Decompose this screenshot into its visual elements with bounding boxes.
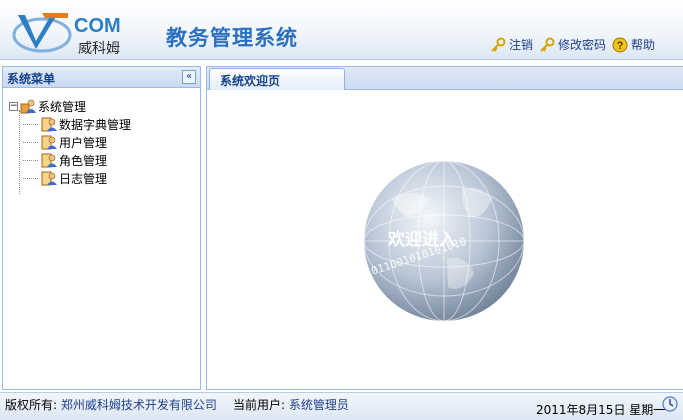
user-page-icon bbox=[41, 117, 57, 132]
tree-node-log-management[interactable]: 日志管理 bbox=[9, 169, 131, 187]
company-logo: COM 威科姆 bbox=[12, 9, 142, 57]
tree-node-label: 系统管理 bbox=[38, 99, 87, 114]
help-label: 帮助 bbox=[630, 38, 655, 52]
help-link[interactable]: ? 帮助 bbox=[612, 36, 655, 53]
user-folder-icon bbox=[20, 99, 36, 114]
logout-label: 注销 bbox=[508, 38, 533, 52]
current-user-name: 系统管理员 bbox=[288, 398, 349, 412]
change-password-link[interactable]: 修改密码 bbox=[539, 36, 606, 53]
date-display: 2011年8月15日 星期一 bbox=[536, 403, 666, 417]
help-icon: ? bbox=[612, 37, 628, 52]
status-footer: 版权所有: 郑州威科姆技术开发有限公司 当前用户: 系统管理员 2011年8月1… bbox=[0, 392, 683, 420]
tree-node-label: 用户管理 bbox=[59, 135, 108, 150]
tree-node-label: 角色管理 bbox=[59, 153, 108, 168]
welcome-globe-image: 欢迎进入 01011001010101010 bbox=[357, 160, 525, 322]
tree-node-user-management[interactable]: 用户管理 bbox=[9, 133, 131, 151]
system-title: 教务管理系统 bbox=[166, 26, 298, 50]
app-header: COM 威科姆 教务管理系统 注销 修改密码 ? 帮助 bbox=[0, 0, 683, 60]
logout-link[interactable]: 注销 bbox=[490, 36, 533, 53]
tree-node-data-dictionary[interactable]: 数据字典管理 bbox=[9, 115, 131, 133]
tree-guide-line bbox=[23, 124, 38, 125]
content-panel: 系统欢迎页 欢迎进入 01011001010101010 bbox=[206, 66, 683, 390]
key-icon bbox=[491, 37, 506, 52]
tab-welcome[interactable]: 系统欢迎页 bbox=[209, 68, 345, 90]
sidebar-header: 系统菜单 « bbox=[3, 67, 200, 88]
tree-node-label: 数据字典管理 bbox=[59, 117, 132, 132]
tree-expander-icon[interactable]: − bbox=[9, 101, 18, 111]
copyright-label: 版权所有: bbox=[5, 398, 58, 412]
current-user: 当前用户: 系统管理员 bbox=[233, 396, 349, 413]
logo-v-icon bbox=[12, 13, 72, 53]
user-page-icon bbox=[41, 153, 57, 168]
user-page-icon bbox=[41, 135, 57, 150]
logo-cn-text: 威科姆 bbox=[78, 41, 120, 57]
user-page-icon bbox=[41, 171, 57, 186]
logo-brand-text: COM bbox=[74, 15, 121, 37]
tree-guide-line bbox=[23, 178, 38, 179]
tree-guide-line bbox=[23, 142, 38, 143]
top-links: 注销 修改密码 ? 帮助 bbox=[490, 36, 655, 53]
tree-node-label: 日志管理 bbox=[59, 171, 108, 186]
sidebar-panel: 系统菜单 « − 系统管理 数据字典管理 用户管理 角色管理 日志管理 bbox=[2, 66, 201, 390]
copyright: 版权所有: 郑州威科姆技术开发有限公司 bbox=[5, 396, 217, 413]
current-user-label: 当前用户: bbox=[233, 398, 286, 412]
tree-node-role-management[interactable]: 角色管理 bbox=[9, 151, 131, 169]
menu-tree: − 系统管理 数据字典管理 用户管理 角色管理 日志管理 bbox=[9, 97, 131, 194]
tree-guide-line bbox=[23, 160, 38, 161]
sidebar-title: 系统菜单 bbox=[7, 72, 56, 86]
company-name: 郑州威科姆技术开发有限公司 bbox=[60, 398, 217, 412]
tree-node-system-management[interactable]: − 系统管理 bbox=[9, 97, 131, 115]
collapse-sidebar-button[interactable]: « bbox=[182, 70, 196, 84]
tab-bar: 系统欢迎页 bbox=[207, 67, 683, 90]
clock-icon bbox=[662, 396, 678, 412]
change-password-label: 修改密码 bbox=[557, 38, 606, 52]
svg-text:?: ? bbox=[617, 40, 624, 52]
key-icon bbox=[540, 37, 555, 52]
